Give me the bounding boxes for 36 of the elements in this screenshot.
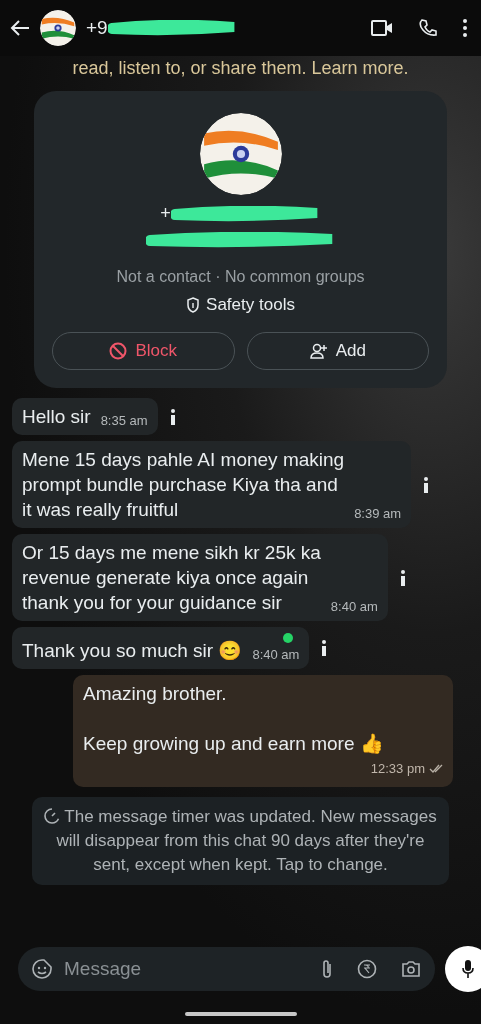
safety-tools-link[interactable]: Safety tools <box>180 294 301 316</box>
video-call-icon[interactable] <box>371 20 393 36</box>
message-text: Or 15 days me mene sikh kr 25k ka revenue generate kiya once again thank you for your guidance sir <box>22 541 321 615</box>
back-arrow-icon[interactable] <box>10 19 30 37</box>
contact-name: + <box>160 203 171 224</box>
add-person-icon <box>309 343 328 359</box>
microphone-button[interactable] <box>445 946 481 992</box>
info-icon[interactable] <box>423 476 430 493</box>
info-icon[interactable] <box>321 640 328 656</box>
info-icon[interactable] <box>399 569 406 586</box>
contact-info: Not a contact · No common groups <box>116 268 365 286</box>
rupee-payment-icon[interactable] <box>357 959 377 979</box>
camera-icon[interactable] <box>401 960 421 978</box>
message-text: Amazing brother. Keep growing up and earn more 👍 <box>83 682 385 756</box>
paperclip-icon[interactable] <box>321 959 333 979</box>
message-time: 8:40 am <box>330 599 378 615</box>
block-icon <box>109 342 128 360</box>
message-input[interactable]: Message <box>62 957 311 981</box>
sticker-icon[interactable] <box>32 959 52 979</box>
message-time: 8:35 am <box>100 413 148 429</box>
chat-title[interactable]: +9 <box>86 17 108 39</box>
phone-icon[interactable] <box>419 19 437 37</box>
message-time: 8:39 am <box>354 506 402 522</box>
message-time: 12:33 pm <box>370 760 425 778</box>
microphone-icon <box>462 959 474 979</box>
info-icon[interactable] <box>169 408 176 425</box>
encryption-notice[interactable]: read, listen to, or share them. Learn more. <box>12 56 469 85</box>
message-text: Mene 15 days pahle AI money making prompt bundle purchase Kiya tha and it was really fruitful <box>22 448 345 522</box>
more-options-icon[interactable] <box>463 19 467 37</box>
message-time: 8:40 am <box>252 647 300 663</box>
message-text: Hello sir <box>22 405 91 429</box>
timer-icon <box>44 808 61 824</box>
shield-icon <box>186 297 201 313</box>
message-field[interactable]: Message <box>18 947 435 991</box>
timer-notice[interactable]: The message timer was updated. New messages will disappear from this chat 90 days after they're sent, except when kept. Tap to change. <box>32 797 449 885</box>
message-text: Thank you so much sir 😊 <box>22 639 243 663</box>
